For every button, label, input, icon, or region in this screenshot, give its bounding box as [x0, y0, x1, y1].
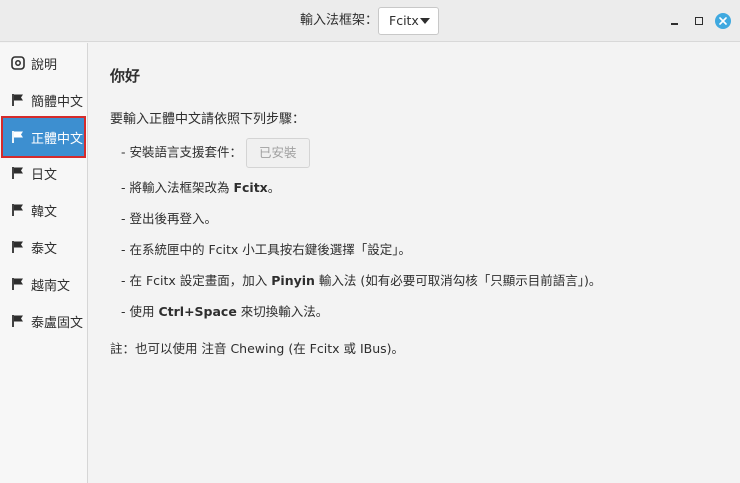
- page-title: 你好: [110, 67, 141, 85]
- step-bold: Pinyin: [271, 273, 315, 288]
- framework-combo[interactable]: Fcitx: [378, 7, 439, 35]
- chevron-down-icon: [420, 18, 430, 24]
- step-text: 輸入法 (如有必要可取消勾核「只顯示目前語言」)。: [314, 273, 602, 288]
- sidebar-item-korean[interactable]: 韓文: [0, 192, 88, 228]
- note-text: 註：也可以使用 注音 Chewing (在 Fcitx 或 IBus)。: [110, 341, 405, 356]
- sidebar-item-telugu[interactable]: 泰盧固文: [0, 303, 88, 339]
- flag-icon: [11, 314, 25, 328]
- step-text: - 將輸入法框架改為: [121, 180, 234, 195]
- content-panel: 你好 要輸入正體中文請依照下列步驟： - 安裝語言支援套件： 已安裝 - 將輸入法…: [89, 43, 740, 483]
- step-text: 來切換輸入法。: [236, 304, 329, 319]
- sidebar-item-label: 泰盧固文: [31, 315, 84, 331]
- maximize-button[interactable]: [691, 13, 707, 29]
- step-change-framework: - 將輸入法框架改為 Fcitx。: [121, 177, 280, 196]
- step-relogin: - 登出後再登入。: [121, 211, 217, 226]
- framework-label: 輸入法框架：: [300, 13, 379, 28]
- title-bar: 輸入法框架： Fcitx: [0, 0, 740, 42]
- step-add-pinyin: - 在 Fcitx 設定畫面，加入 Pinyin 輸入法 (如有必要可取消勾核「…: [121, 270, 601, 289]
- step-text: - 在 Fcitx 設定畫面，加入: [121, 273, 272, 288]
- step-text: - 使用: [121, 304, 159, 319]
- flag-icon: [11, 277, 25, 291]
- flag-icon: [11, 166, 25, 180]
- sidebar-item-label: 簡體中文: [31, 94, 84, 110]
- step-text: - 安裝語言支援套件：: [121, 144, 242, 160]
- installed-button[interactable]: 已安裝: [245, 138, 310, 168]
- flag-icon: [11, 240, 25, 254]
- sidebar-item-japanese[interactable]: 日文: [0, 155, 88, 191]
- step-bold: Fcitx: [233, 180, 268, 195]
- sidebar-item-label: 正體中文: [31, 131, 84, 147]
- step-bold: Ctrl+Space: [158, 304, 237, 319]
- framework-combo-value: Fcitx: [389, 13, 419, 28]
- sidebar-item-simplified-chinese[interactable]: 簡體中文: [0, 82, 88, 118]
- sidebar-item-help[interactable]: 說明: [0, 45, 88, 81]
- intro-text: 要輸入正體中文請依照下列步驟：: [110, 112, 306, 127]
- step-text: 。: [267, 180, 281, 195]
- sidebar-item-label: 韓文: [31, 204, 58, 220]
- sidebar-item-vietnamese[interactable]: 越南文: [0, 266, 88, 302]
- step-tray-settings: - 在系統匣中的 Fcitx 小工具按右鍵後選擇「設定」。: [121, 242, 412, 257]
- sidebar-item-label: 泰文: [31, 241, 58, 257]
- sidebar-item-thai[interactable]: 泰文: [0, 229, 88, 265]
- flag-icon: [11, 203, 25, 217]
- flag-icon: [11, 130, 25, 144]
- help-icon: [11, 56, 25, 70]
- sidebar-item-label: 說明: [31, 57, 58, 73]
- step-switch-shortcut: - 使用 Ctrl+Space 來切換輸入法。: [121, 301, 328, 320]
- sidebar-item-label: 越南文: [31, 278, 71, 294]
- flag-icon: [11, 93, 25, 107]
- minimize-button[interactable]: [667, 13, 683, 29]
- step-install-support: - 安裝語言支援套件： 已安裝: [121, 138, 310, 168]
- close-icon: [719, 17, 727, 25]
- language-sidebar: 說明 簡體中文 正體中文 日文 韓文 泰文 越南文 泰盧固文: [0, 43, 88, 483]
- sidebar-item-label: 日文: [31, 167, 58, 183]
- close-button[interactable]: [715, 13, 731, 29]
- sidebar-item-traditional-chinese[interactable]: 正體中文: [1, 116, 86, 158]
